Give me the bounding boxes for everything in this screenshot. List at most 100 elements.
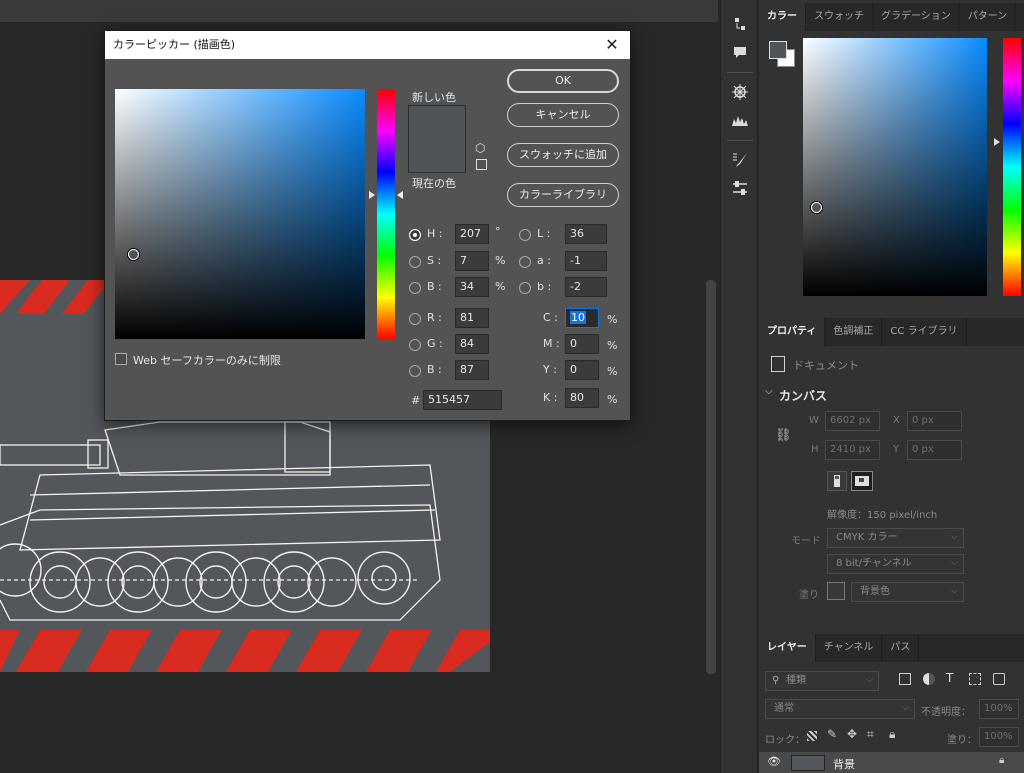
color-picker-ring[interactable] [128,249,139,260]
hue-right-arrow-icon[interactable] [397,191,403,199]
blue-radio[interactable] [409,365,421,377]
a-channel-input[interactable]: -1 [565,251,607,271]
fg-bg-swatches[interactable] [769,41,795,67]
width-field[interactable]: 6602 px [825,411,880,431]
black-input[interactable]: 80 [565,388,599,408]
red-radio[interactable] [409,313,421,325]
lightness-input[interactable]: 36 [565,224,607,244]
layer-thumbnail [791,755,825,771]
lock-brush-icon[interactable]: ✎ [827,727,837,741]
pixel-layer-filter-icon[interactable] [899,673,911,685]
link-icon[interactable]: ⛓ [775,428,792,443]
comment-icon[interactable] [726,40,754,64]
lightness-radio[interactable] [519,229,531,241]
hue-input[interactable]: 207 [455,224,489,244]
web-safe-swatch-icon[interactable] [476,159,487,170]
hue-radio[interactable] [409,229,421,241]
type-layer-filter-icon[interactable]: T [946,671,953,685]
opacity-field[interactable]: 100% [979,699,1019,719]
magenta-input[interactable]: 0 [565,334,599,354]
layer-row-background[interactable]: 👁︎ 背景 🔒︎ [759,752,1024,773]
hue-pointer-icon[interactable] [994,138,1000,146]
foreground-color-swatch[interactable] [769,41,787,59]
tab-color[interactable]: カラー [759,3,806,31]
smart-object-filter-icon[interactable] [993,673,1005,685]
x-label: X [893,415,900,426]
tab-patterns[interactable]: パターン [960,3,1017,31]
lock-transparent-icon[interactable] [807,731,817,741]
saturation-input[interactable]: 7 [455,251,489,271]
brightness-input[interactable]: 34 [455,277,489,297]
fill-color-swatch[interactable] [827,582,845,600]
color-panel-hue-slider[interactable] [1003,38,1021,296]
y-field[interactable]: 0 px [907,440,962,460]
tab-cc-libraries[interactable]: CC ライブラリ [882,318,967,346]
cancel-button[interactable]: キャンセル [507,103,619,127]
a-channel-radio[interactable] [519,256,531,268]
panel-icon-strip [720,0,758,773]
lock-all-icon[interactable]: 🔒︎ [889,727,895,742]
web-safe-checkbox[interactable] [115,353,127,365]
landscape-orientation-icon[interactable] [851,471,873,491]
green-radio[interactable] [409,339,421,351]
red-input[interactable]: 81 [455,308,489,328]
brush-settings-icon[interactable] [726,148,754,172]
color-libraries-button[interactable]: カラーライブラリ [507,183,619,207]
opacity-label: 不透明度： [921,707,971,718]
tab-adjustments[interactable]: 色調補正 [825,318,883,346]
lock-label: ロック： [765,735,805,746]
layer-filter-dropdown[interactable]: ⚲ 種類 [765,671,879,691]
blend-mode-dropdown[interactable]: 通常 [765,699,915,719]
navigator-wheel-icon[interactable] [726,80,754,104]
close-icon[interactable]: ✕ [600,31,624,59]
portrait-orientation-icon[interactable] [827,471,847,491]
ok-button[interactable]: OK [507,69,619,93]
chevron-down-icon[interactable]: ⌵ [765,386,773,397]
layer-name[interactable]: 背景 [833,756,855,772]
visibility-eye-icon[interactable]: 👁︎ [767,755,781,768]
color-picker-dialog: カラーピッカー (描画色) ✕ 新しい色 現在の色 ⬡ OK キャンセル スウォ… [104,30,631,421]
b-channel-label: b : [537,280,552,293]
green-input[interactable]: 84 [455,334,489,354]
b-channel-input[interactable]: -2 [565,277,607,297]
layer-lock-icon: 🔒︎ [999,755,1005,766]
b-channel-radio[interactable] [519,282,531,294]
history-icon[interactable] [726,12,754,36]
tab-channels[interactable]: チャンネル [816,634,883,662]
right-panel-dock: カラー スウォッチ グラデーション パターン プロパティ 色調補正 CC ライブ… [759,0,1024,773]
color-panel-picker-ring[interactable] [811,202,822,213]
lock-artboard-icon[interactable]: ⌗ [867,727,874,742]
tab-paths[interactable]: パス [882,634,920,662]
height-field[interactable]: 2410 px [825,440,880,460]
yellow-input[interactable]: 0 [565,360,599,380]
histogram-icon[interactable] [726,108,754,132]
saturation-radio[interactable] [409,256,421,268]
cyan-input[interactable]: 10 [565,308,599,328]
hex-input[interactable]: 515457 [423,390,502,410]
tab-layers[interactable]: レイヤー [759,634,816,662]
brightness-radio[interactable] [409,282,421,294]
hue-left-arrow-icon[interactable] [369,191,375,199]
fill-dropdown[interactable]: 背景色 [851,582,964,602]
adjustment-sliders-icon[interactable] [726,176,754,200]
out-of-gamut-cube-icon[interactable]: ⬡ [475,141,485,155]
color-panel-field[interactable] [803,38,987,296]
canvas-section-title[interactable]: カンバス [779,387,827,404]
layer-fill-field[interactable]: 100% [979,727,1019,747]
x-field[interactable]: 0 px [907,411,962,431]
color-mode-dropdown[interactable]: CMYK カラー [827,528,964,548]
lock-position-icon[interactable]: ✥ [847,727,857,741]
add-to-swatches-button[interactable]: スウォッチに追加 [507,143,619,167]
tab-properties[interactable]: プロパティ [759,318,826,346]
hue-slider[interactable] [377,89,395,339]
lightness-label: L : [537,227,551,240]
shape-layer-filter-icon[interactable] [969,673,981,685]
tab-swatches[interactable]: スウォッチ [806,3,873,31]
saturation-brightness-field[interactable] [115,89,365,339]
tab-gradients[interactable]: グラデーション [873,3,960,31]
blue-input[interactable]: 87 [455,360,489,380]
hex-label: # [411,394,421,407]
bit-depth-dropdown[interactable]: 8 bit/チャンネル [827,554,964,574]
adjustment-layer-filter-icon[interactable] [923,673,935,685]
vertical-scrollbar[interactable] [706,280,716,674]
